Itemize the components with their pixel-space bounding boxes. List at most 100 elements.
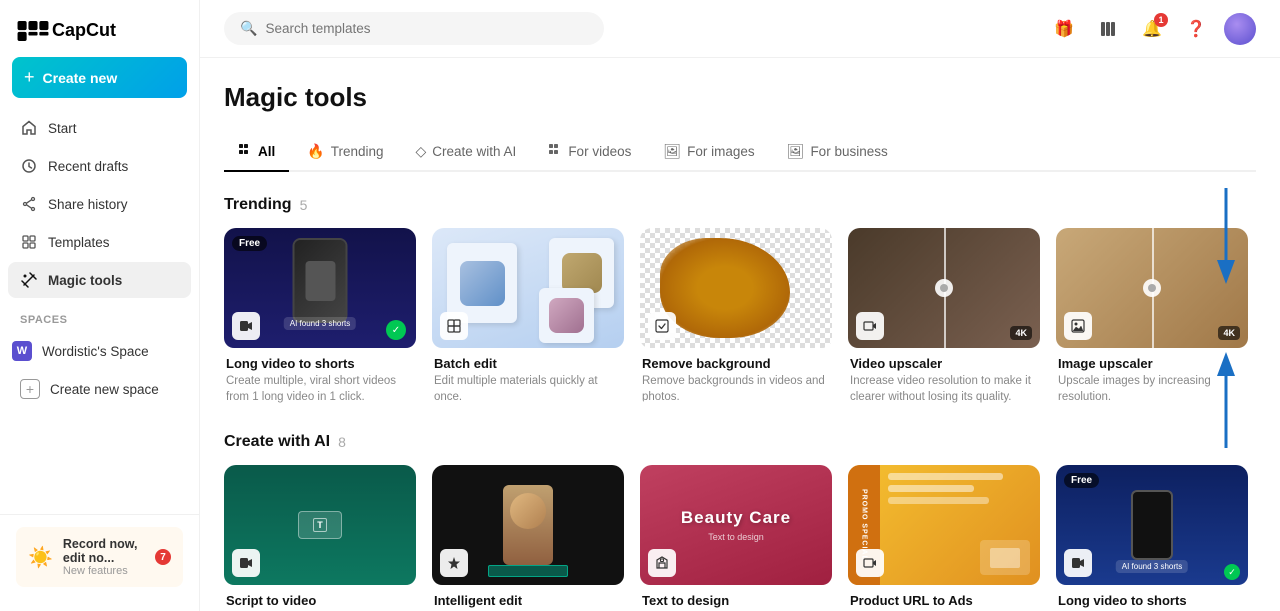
card-script-to-video[interactable]: T Script to video Generate scripts to cr…: [224, 465, 416, 611]
card-long-video-to-shorts-2[interactable]: AI found 3 shorts ✓ Free Long video to s…: [1056, 465, 1248, 611]
card-thumb-text-design: Beauty Care Text to design: [640, 465, 832, 585]
text-design-icon: [648, 549, 676, 577]
tab-for-business[interactable]: 🖼 For business: [773, 133, 902, 172]
search-bar[interactable]: 🔍: [224, 12, 604, 45]
card-image-upscaler[interactable]: 4K Image upscaler Upscale images by incr…: [1056, 228, 1248, 405]
card-info: Long video to shorts Create multiple, vi…: [1056, 585, 1248, 611]
sidebar: CapCut + Create new Start Recent drafts …: [0, 0, 200, 611]
card-intelligent-edit[interactable]: Intelligent edit Automatically create vi…: [432, 465, 624, 611]
card-title: Script to video: [226, 593, 414, 608]
image-upscaler-icon: [1064, 312, 1092, 340]
tab-for-videos[interactable]: For videos: [534, 133, 645, 172]
header-actions: 🎁 🔔 1 ❓: [1048, 13, 1256, 45]
content-area: Magic tools All 🔥 Trending ◇ Create with…: [200, 58, 1280, 611]
sidebar-nav: Start Recent drafts Share history Templa…: [0, 110, 199, 298]
create-new-space-button[interactable]: + Create new space: [8, 370, 191, 408]
gift-icon[interactable]: 🎁: [1048, 13, 1080, 45]
app-logo[interactable]: CapCut: [0, 12, 199, 57]
create-space-label: Create new space: [50, 382, 159, 397]
script-icon: [232, 549, 260, 577]
card-thumb-remove-bg: [640, 228, 832, 348]
sidebar-item-magic-tools-label: Magic tools: [48, 273, 122, 288]
help-icon[interactable]: ❓: [1180, 13, 1212, 45]
sidebar-item-templates[interactable]: Templates: [8, 224, 191, 260]
card-info: Product URL to Ads Generate video ads wi…: [848, 585, 1040, 611]
search-icon: 🔍: [240, 20, 257, 37]
space-avatar: W: [12, 341, 32, 361]
card-info: Intelligent edit Automatically create vi…: [432, 585, 624, 611]
trending-count: 5: [300, 197, 308, 213]
card-thumb-script: T: [224, 465, 416, 585]
create-with-ai-section-header: Create with AI 8: [224, 433, 1256, 451]
tab-videos-icon: [548, 143, 562, 160]
user-avatar[interactable]: [1224, 13, 1256, 45]
sun-icon: ☀️: [28, 545, 53, 570]
card-info: Image upscaler Upscale images by increas…: [1056, 348, 1248, 405]
sidebar-item-wordistic-space[interactable]: W Wordistic's Space: [0, 332, 199, 370]
card-product-url-to-ads[interactable]: PROMO SPECIAL: [848, 465, 1040, 611]
tabs: All 🔥 Trending ◇ Create with AI For vide…: [224, 133, 1256, 172]
tab-all-label: All: [258, 144, 275, 159]
tab-trending[interactable]: 🔥 Trending: [293, 133, 397, 172]
video-icon-2: [1064, 549, 1092, 577]
share-icon: [20, 195, 38, 213]
record-badge: 7: [155, 549, 171, 565]
sidebar-bottom: ☀️ Record now, edit no... New features 7: [0, 514, 199, 599]
sidebar-item-start[interactable]: Start: [8, 110, 191, 146]
create-with-ai-cards: T Script to video Generate scripts to cr…: [224, 465, 1256, 611]
search-input[interactable]: [265, 21, 588, 36]
card-long-video-to-shorts[interactable]: AI found 3 shorts ✓ Free Long video to s…: [224, 228, 416, 405]
sidebar-item-templates-label: Templates: [48, 235, 110, 250]
card-badge-free-2: Free: [1064, 473, 1099, 488]
video-icon: [232, 312, 260, 340]
notification-badge: 1: [1154, 13, 1168, 27]
card-thumb-long-video-2: AI found 3 shorts ✓ Free: [1056, 465, 1248, 585]
card-desc: Edit multiple materials quickly at once.: [434, 373, 622, 405]
record-banner[interactable]: ☀️ Record now, edit no... New features 7: [16, 527, 183, 587]
templates-icon: [20, 233, 38, 251]
card-desc: Create multiple, viral short videos from…: [226, 373, 414, 405]
card-badge-free: Free: [232, 236, 267, 251]
plus-icon: +: [24, 67, 35, 88]
library-icon[interactable]: [1092, 13, 1124, 45]
remove-bg-icon: [648, 312, 676, 340]
plus-small-icon: +: [20, 379, 40, 399]
page-title: Magic tools: [224, 82, 1256, 113]
magic-tools-icon: [20, 271, 38, 289]
card-text-to-design[interactable]: Beauty Care Text to design Text to desig…: [640, 465, 832, 611]
tab-business-label: For business: [810, 144, 887, 159]
tab-all[interactable]: All: [224, 133, 289, 172]
video-upscaler-icon: [856, 312, 884, 340]
logo-icon: [16, 21, 44, 41]
card-info: Long video to shorts Create multiple, vi…: [224, 348, 416, 405]
notification-icon[interactable]: 🔔 1: [1136, 13, 1168, 45]
card-remove-background[interactable]: Remove background Remove backgrounds in …: [640, 228, 832, 405]
record-subtitle: New features: [63, 565, 145, 577]
tab-all-icon: [238, 143, 252, 160]
home-icon: [20, 119, 38, 137]
app-name: CapCut: [52, 20, 116, 41]
card-video-upscaler[interactable]: 4K Video upscaler Increase video resolut…: [848, 228, 1040, 405]
create-new-label: Create new: [43, 70, 118, 86]
card-desc: Increase video resolution to make it cle…: [850, 373, 1038, 405]
intelligent-icon: [440, 549, 468, 577]
card-thumb-long-video: AI found 3 shorts ✓ Free: [224, 228, 416, 348]
sidebar-item-start-label: Start: [48, 121, 77, 136]
card-thumb-video-upscaler: 4K: [848, 228, 1040, 348]
card-title: Remove background: [642, 356, 830, 371]
tab-videos-label: For videos: [568, 144, 631, 159]
sidebar-item-recent-drafts-label: Recent drafts: [48, 159, 128, 174]
spaces-section: Spaces: [0, 298, 199, 332]
create-new-button[interactable]: + Create new: [12, 57, 187, 98]
tab-images-label: For images: [687, 144, 755, 159]
sidebar-item-share-history[interactable]: Share history: [8, 186, 191, 222]
sidebar-item-recent-drafts[interactable]: Recent drafts: [8, 148, 191, 184]
card-title: Image upscaler: [1058, 356, 1246, 371]
card-batch-edit[interactable]: Batch edit Edit multiple materials quick…: [432, 228, 624, 405]
card-thumb-batch: [432, 228, 624, 348]
tab-create-with-ai[interactable]: ◇ Create with AI: [401, 133, 530, 172]
batch-icon: [440, 312, 468, 340]
card-info: Batch edit Edit multiple materials quick…: [432, 348, 624, 405]
tab-for-images[interactable]: 🖼 For images: [649, 133, 768, 172]
sidebar-item-magic-tools[interactable]: Magic tools: [8, 262, 191, 298]
